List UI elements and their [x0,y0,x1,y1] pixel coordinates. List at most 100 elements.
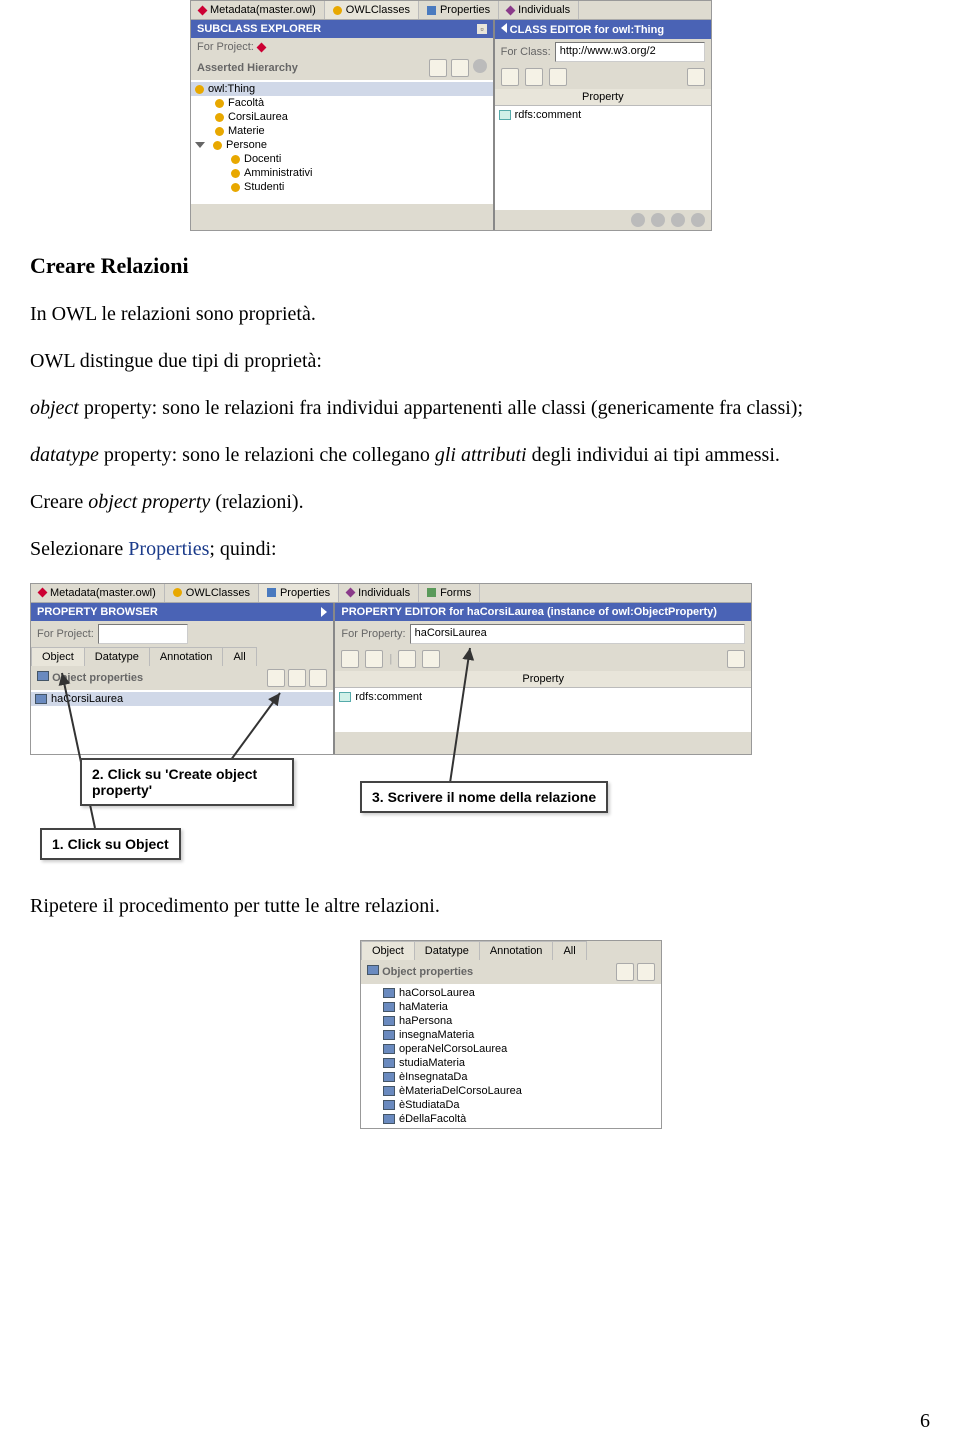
toolbar-icon[interactable] [651,213,665,227]
class-icon [231,155,240,164]
subtab-annotation[interactable]: Annotation [479,941,554,960]
diamond-icon [198,5,208,15]
toolbar-icon[interactable] [525,68,543,86]
subtab-object[interactable]: Object [31,647,85,666]
screenshot-3: Object Datatype Annotation All Object pr… [360,940,662,1129]
expand-icon[interactable] [195,142,205,148]
subtab-datatype[interactable]: Datatype [414,941,480,960]
tree-item[interactable]: Docenti [191,152,493,166]
for-project-label: For Project: [37,628,94,640]
property-item[interactable]: èMateriaDelCorsoLaurea [361,1084,661,1098]
rdfs-comment-row[interactable]: rdfs:comment [335,690,751,704]
tab-row-2: Metadata(master.owl) OWLClasses Properti… [31,584,751,603]
tree-item[interactable]: Facoltà [191,96,493,110]
paragraph: In OWL le relazioni sono proprietà. [30,301,930,328]
tab-individuals[interactable]: Individuals [339,584,419,602]
property-item[interactable]: haPersona [361,1014,661,1028]
diamond-icon [256,42,266,52]
circle-icon [333,6,342,15]
property-item[interactable]: operaNelCorsoLaurea [361,1042,661,1056]
toolbar-icon[interactable] [451,59,469,77]
toolbar-icon[interactable] [473,59,487,73]
object-property-icon [383,1016,395,1026]
toolbar-icon[interactable] [341,650,359,668]
rdfs-comment-row[interactable]: rdfs:comment [495,108,711,122]
toolbar-icon[interactable] [365,650,383,668]
tab-owlclasses[interactable]: OWLClasses [325,1,419,19]
toolbar-icon[interactable] [288,669,306,687]
square-icon [427,6,436,15]
property-name-field[interactable]: haCorsiLaurea [410,624,745,644]
object-property-icon [383,1030,395,1040]
tree-item-thing[interactable]: owl:Thing [191,82,493,96]
class-icon [215,99,224,108]
callout-2: 2. Click su 'Create object property' [80,758,294,806]
subtab-all[interactable]: All [222,647,256,666]
toolbar-icon[interactable] [309,669,327,687]
toolbar-icon[interactable] [691,213,705,227]
property-item[interactable]: studiaMateria [361,1056,661,1070]
tab-properties[interactable]: Properties [419,1,499,19]
annotation-icon [339,692,351,702]
property-item[interactable]: haCorsoLaurea [361,986,661,1000]
subtab-annotation[interactable]: Annotation [149,647,224,666]
property-list[interactable]: haCorsoLaureahaMateriahaPersonainsegnaMa… [361,984,661,1128]
tab-individuals[interactable]: Individuals [499,1,579,19]
tab-properties[interactable]: Properties [259,584,339,602]
object-property-icon [383,1002,395,1012]
subtab-object[interactable]: Object [361,941,415,960]
tree-item[interactable]: Studenti [191,180,493,194]
object-property-icon [383,988,395,998]
toolbar-icon[interactable] [727,650,745,668]
tree-item[interactable]: Materie [191,124,493,138]
for-property-label: For Property: [341,628,405,640]
tab-metadata[interactable]: Metadata(master.owl) [191,1,325,19]
property-item[interactable]: haMateria [361,1000,661,1014]
tree-item[interactable]: Amministrativi [191,166,493,180]
back-icon[interactable] [501,23,507,33]
collapse-icon[interactable] [321,607,327,617]
paragraph: datatype property: sono le relazioni che… [30,442,930,469]
subclass-explorer-header: SUBCLASS EXPLORER ▫ [191,20,493,38]
toolbar-icon[interactable] [637,963,655,981]
property-item[interactable]: insegnaMateria [361,1028,661,1042]
paragraph: Selezionare Properties; quindi: [30,536,930,563]
tab-owlclasses[interactable]: OWLClasses [165,584,259,602]
toolbar-icon[interactable] [429,59,447,77]
toolbar-icon[interactable] [631,213,645,227]
subtab-all[interactable]: All [552,941,586,960]
object-property-icon [383,1086,395,1096]
toolbar-icon[interactable] [422,650,440,668]
toolbar-icon[interactable] [687,68,705,86]
property-item[interactable]: éDellaFacoltà [361,1112,661,1126]
for-project-row: For Project: [191,38,493,56]
object-property-icon [383,1058,395,1068]
property-item[interactable]: èInsegnataDa [361,1070,661,1084]
heading-creare-relazioni: Creare Relazioni [30,251,930,281]
class-tree[interactable]: owl:Thing Facoltà CorsiLaurea Materie Pe… [191,80,493,204]
callout-1: 1. Click su Object [40,828,181,860]
object-property-icon [367,965,379,975]
toolbar-icon[interactable] [549,68,567,86]
tree-item[interactable]: CorsiLaurea [191,110,493,124]
property-item[interactable]: haCorsiLaurea [31,692,333,706]
toolbar-icon[interactable] [671,213,685,227]
paragraph: OWL distingue due tipi di proprietà: [30,348,930,375]
tab-forms[interactable]: Forms [419,584,480,602]
create-object-property-icon[interactable] [267,669,285,687]
property-subtabs: Object Datatype Annotation All [361,941,661,960]
toolbar-icon[interactable] [501,68,519,86]
toolbar-icon[interactable] [398,650,416,668]
tab-metadata[interactable]: Metadata(master.owl) [31,584,165,602]
property-item[interactable]: èStudiataDa [361,1098,661,1112]
subtab-datatype[interactable]: Datatype [84,647,150,666]
paragraph: Ripetere il procedimento per tutte le al… [30,893,930,920]
property-column-header: Property [495,89,711,106]
property-browser-header: PROPERTY BROWSER [31,603,333,621]
class-uri-field[interactable]: http://www.w3.org/2 [555,42,705,62]
toolbar-icon[interactable] [616,963,634,981]
object-properties-label: Object properties [382,966,473,978]
collapse-icon[interactable]: ▫ [477,24,486,34]
tree-item[interactable]: Persone [191,138,493,152]
class-editor-toolbar [495,65,711,89]
